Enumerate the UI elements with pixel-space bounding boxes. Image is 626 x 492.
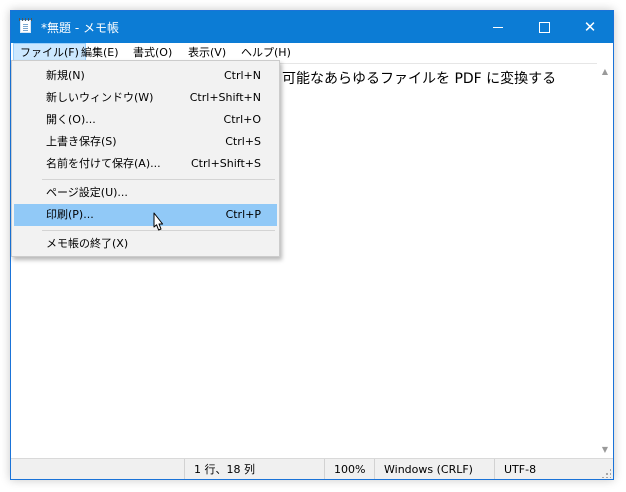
resize-grip[interactable] xyxy=(601,468,611,478)
status-zoom: 100% xyxy=(324,459,374,479)
menu-item-save-as[interactable]: 名前を付けて保存(A)... Ctrl+Shift+S xyxy=(14,153,277,175)
maximize-button[interactable] xyxy=(521,11,567,43)
title-bar[interactable]: *無題 - メモ帳 ✕ xyxy=(11,11,613,43)
status-position: 1 行、18 列 xyxy=(184,459,324,479)
menu-separator xyxy=(42,179,275,180)
menu-item-shortcut: Ctrl+Shift+S xyxy=(191,157,261,170)
status-line-ending: Windows (CRLF) xyxy=(374,459,494,479)
menu-item-label: 新しいウィンドウ(W) xyxy=(46,91,154,104)
minimize-button[interactable] xyxy=(475,11,521,43)
editor-content: 可能なあらゆるファイルを PDF に変換する xyxy=(282,71,557,87)
menu-item-label: メモ帳の終了(X) xyxy=(46,237,129,250)
menu-item-label: ページ設定(U)... xyxy=(46,186,128,199)
menu-item-shortcut: Ctrl+Shift+N xyxy=(189,91,261,104)
vertical-scrollbar[interactable]: ▲ ▼ xyxy=(597,63,613,458)
menu-item-exit[interactable]: メモ帳の終了(X) xyxy=(14,233,277,255)
status-encoding: UTF-8 xyxy=(494,459,599,479)
mouse-pointer-icon xyxy=(153,212,164,231)
menu-item-open[interactable]: 開く(O)... Ctrl+O xyxy=(14,109,277,131)
window-title: *無題 - メモ帳 xyxy=(41,21,119,35)
notepad-icon xyxy=(19,18,32,33)
minimize-icon xyxy=(493,26,503,28)
maximize-icon xyxy=(538,21,550,33)
menu-item-save[interactable]: 上書き保存(S) Ctrl+S xyxy=(14,131,277,153)
close-icon: ✕ xyxy=(583,17,597,36)
close-button[interactable]: ✕ xyxy=(567,11,613,43)
chevron-down-icon[interactable]: ▼ xyxy=(597,443,613,457)
menu-item-label: 印刷(P)... xyxy=(46,208,94,221)
menu-item-label: 上書き保存(S) xyxy=(46,135,117,148)
menu-item-new[interactable]: 新規(N) Ctrl+N xyxy=(14,65,277,87)
menu-item-label: 新規(N) xyxy=(46,69,85,82)
file-menu-dropdown: 新規(N) Ctrl+N 新しいウィンドウ(W) Ctrl+Shift+N 開く… xyxy=(11,60,280,257)
chevron-up-icon[interactable]: ▲ xyxy=(597,65,613,79)
menu-item-shortcut: Ctrl+N xyxy=(223,69,261,82)
menu-item-label: 名前を付けて保存(A)... xyxy=(46,157,161,170)
status-bar: 1 行、18 列 100% Windows (CRLF) UTF-8 xyxy=(11,458,613,479)
menu-item-shortcut: Ctrl+P xyxy=(225,208,261,221)
menu-item-shortcut: Ctrl+O xyxy=(223,113,261,126)
menu-item-print[interactable]: 印刷(P)... Ctrl+P xyxy=(14,204,277,226)
menu-item-new-window[interactable]: 新しいウィンドウ(W) Ctrl+Shift+N xyxy=(14,87,277,109)
menu-item-label: 開く(O)... xyxy=(46,113,96,126)
menu-item-page-setup[interactable]: ページ設定(U)... xyxy=(14,182,277,204)
menu-item-shortcut: Ctrl+S xyxy=(225,135,261,148)
